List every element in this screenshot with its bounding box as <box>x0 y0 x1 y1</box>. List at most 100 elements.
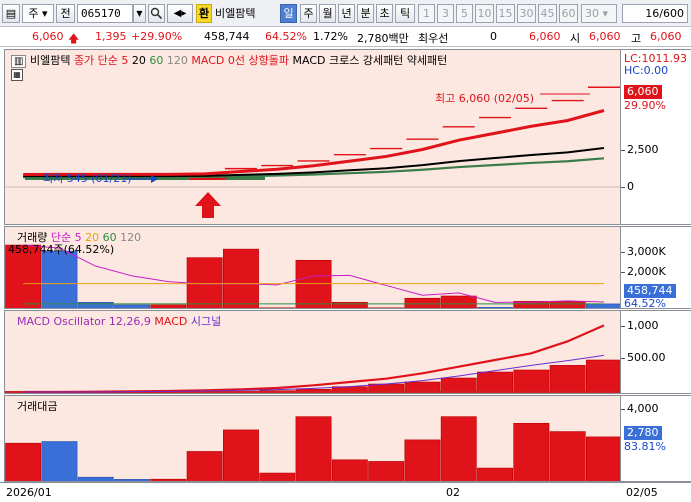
grid-icon[interactable]: ▦ <box>11 69 23 81</box>
volume-bar <box>331 301 368 308</box>
price-change-pct: +29.90% <box>131 30 183 43</box>
search-icon[interactable] <box>148 4 165 23</box>
amount-legend-name: 거래대금 <box>17 400 58 413</box>
price-legend-cross: MACD 크로스 강세패턴 <box>292 54 404 67</box>
x-label-02-05: 02/05 <box>626 486 658 499</box>
volume-bar <box>77 301 114 308</box>
volume-ma-120: 120 <box>120 231 142 244</box>
amount-badge: 2,780 <box>624 426 662 440</box>
interval-10[interactable]: 10 <box>475 4 494 23</box>
amount-bar <box>223 429 259 481</box>
interval-45[interactable]: 45 <box>538 4 557 23</box>
price-legend-weak: 약세패턴 <box>406 54 448 67</box>
macd-legend-macd: MACD <box>154 315 188 328</box>
price-ma-60: 60 <box>149 54 164 67</box>
convert-tag[interactable]: 환 <box>196 4 212 23</box>
macd-tick-1000: 1,000 <box>621 319 659 332</box>
high-price: 6,060 <box>650 30 682 43</box>
volume-badge: 458,744 <box>624 284 676 298</box>
volume-tick-2000k: 2,000K <box>621 265 666 278</box>
volume-bar <box>477 307 513 308</box>
all-stocks-button[interactable]: 전 <box>56 4 75 23</box>
amount-bar <box>295 416 332 481</box>
amount-legend: 거래대금 <box>17 398 57 414</box>
price-ma-120: 120 <box>166 54 188 67</box>
volume-badge-pct: 64.52% <box>624 297 666 310</box>
count-select[interactable]: 30 ▾ <box>581 4 617 23</box>
macd-axis: 1,000 500.00 <box>621 310 691 394</box>
price-chart <box>5 86 620 218</box>
period-month[interactable]: 월 <box>319 4 336 23</box>
quote-bar: 6,060 🡅 1,395 +29.90% 458,744 64.52% 1.7… <box>0 27 691 47</box>
preferred-value: 0 <box>490 30 497 43</box>
macd-oscillator-bar <box>440 377 477 393</box>
amount-bar <box>404 439 441 481</box>
interval-1[interactable]: 1 <box>418 4 435 23</box>
volume-bar <box>114 304 151 308</box>
interval-15[interactable]: 15 <box>496 4 515 23</box>
current-price: 6,060 <box>32 30 64 43</box>
open-label: 시 <box>570 32 581 45</box>
high-annotation: 최고 6,060 (02/05) <box>435 92 535 105</box>
period-minute[interactable]: 분 <box>357 4 374 23</box>
price-ma-20: 20 <box>131 54 146 67</box>
open-price: 6,060 <box>589 30 621 43</box>
amount-bar <box>5 442 42 481</box>
volume-bar <box>549 301 586 308</box>
volume-bar <box>585 303 620 308</box>
amount-bar <box>549 431 586 481</box>
amount-bar <box>440 416 477 481</box>
volume-readout: 458,744주(64.52%) <box>8 243 115 256</box>
preferred-label: 최우선 <box>418 32 449 45</box>
period-week[interactable]: 주 <box>300 4 317 23</box>
toolbar: ▤ 주 ▾ 전 065170 ▼ ◀▸ 환 비엘팜텍 일 주 월 년 분 초 틱… <box>0 0 691 27</box>
amount-bar <box>513 422 550 481</box>
period-year[interactable]: 년 <box>338 4 355 23</box>
x-label-02: 02 <box>446 486 460 499</box>
macd-oscillator-bar <box>513 369 550 393</box>
macd-pane[interactable]: MACD Oscillator 12,26,9 MACD 시그널 <box>4 310 621 394</box>
price-ma5-line <box>23 109 605 176</box>
x-axis: 2026/01 02 02/05 <box>0 482 691 502</box>
trade-amount: 2,780백만 <box>357 32 409 45</box>
price-legend-ma: 종가 단순 <box>73 54 118 67</box>
volume-axis: 3,000K 2,000K 458,744 64.52% <box>621 226 691 310</box>
volume-pane[interactable]: 거래량 단순 5 20 60 120 458,744주(64.52%) <box>4 226 621 309</box>
interval-30[interactable]: 30 <box>517 4 536 23</box>
market-select[interactable]: 주 ▾ <box>22 4 54 23</box>
page-indicator: 16/600 <box>622 4 688 23</box>
speaker-icon[interactable]: ◀▸ <box>167 4 193 23</box>
stock-name: 비엘팜텍 <box>215 7 256 20</box>
macd-legend: MACD Oscillator 12,26,9 MACD 시그널 <box>17 313 221 329</box>
amount-bar <box>585 436 620 481</box>
period-second[interactable]: 초 <box>376 4 393 23</box>
interval-3[interactable]: 3 <box>437 4 454 23</box>
period-tick[interactable]: 틱 <box>395 4 415 23</box>
amount-pane[interactable]: 거래대금 <box>4 395 621 482</box>
volume-bar <box>440 295 477 308</box>
menu-icon[interactable]: ▤ <box>2 4 20 23</box>
price-pane[interactable]: ▥ 비엘팜텍 종가 단순 5 20 60 120 MACD 0선 상향돌파 MA… <box>4 49 621 225</box>
interval-60[interactable]: 60 <box>559 4 578 23</box>
low-annotation: 최저 545 (01/21) <box>43 172 132 185</box>
volume-bar <box>259 307 296 308</box>
hc-label: HC:0.00 <box>624 64 669 77</box>
stock-code-input[interactable]: 065170 <box>77 4 133 23</box>
price-ma-5: 5 <box>121 54 129 67</box>
macd-legend-name: MACD Oscillator 12,26,9 <box>17 315 151 328</box>
amount-bar <box>368 461 405 481</box>
count-value: 30 <box>585 7 599 20</box>
volume-bar <box>150 304 187 308</box>
period-day[interactable]: 일 <box>280 4 297 23</box>
amount-badge-pct: 83.81% <box>624 440 666 453</box>
code-dropdown-icon[interactable]: ▼ <box>133 4 146 23</box>
price-legend-box: ▥ <box>11 55 27 68</box>
volume-bar <box>223 248 259 308</box>
macd-oscillator-bar <box>404 381 441 393</box>
price-legend-name: 비엘팜텍 <box>29 54 71 67</box>
price-change: 1,395 <box>95 30 127 43</box>
volume-value: 458,744 <box>204 30 250 43</box>
amount-bar <box>186 451 223 481</box>
macd-oscillator-bar <box>549 365 586 393</box>
interval-5[interactable]: 5 <box>456 4 473 23</box>
